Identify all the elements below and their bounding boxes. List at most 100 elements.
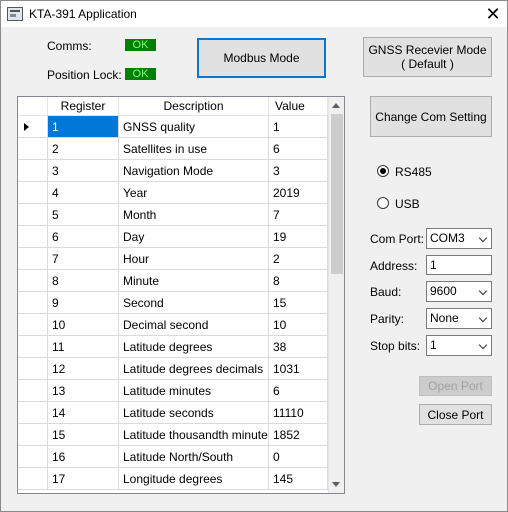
register-grid[interactable]: Register Description Value 1 GNSS quality… xyxy=(17,96,345,494)
cell-register[interactable]: 16 xyxy=(48,446,119,468)
table-row[interactable]: 11 Latitude degrees 38 xyxy=(18,336,328,358)
cell-register[interactable]: 10 xyxy=(48,314,119,336)
table-row[interactable]: 2 Satellites in use 6 xyxy=(18,138,328,160)
usb-radio[interactable] xyxy=(377,197,389,209)
table-row[interactable]: 1 GNSS quality 1 xyxy=(18,116,328,138)
cell-register[interactable]: 7 xyxy=(48,248,119,270)
cell-value[interactable]: 8 xyxy=(269,270,328,292)
cell-value[interactable]: 6 xyxy=(269,138,328,160)
table-row[interactable]: 12 Latitude degrees decimals 1031 xyxy=(18,358,328,380)
cell-description[interactable]: Navigation Mode xyxy=(119,160,269,182)
table-row[interactable]: 9 Second 15 xyxy=(18,292,328,314)
scroll-up-icon[interactable] xyxy=(332,103,340,108)
row-header[interactable] xyxy=(18,292,48,314)
row-header[interactable] xyxy=(18,160,48,182)
cell-description[interactable]: Latitude seconds xyxy=(119,402,269,424)
row-header[interactable] xyxy=(18,226,48,248)
cell-value[interactable]: 3 xyxy=(269,160,328,182)
table-row[interactable]: 4 Year 2019 xyxy=(18,182,328,204)
baud-select[interactable]: 9600 xyxy=(426,281,492,302)
row-header[interactable] xyxy=(18,446,48,468)
column-header-description[interactable]: Description xyxy=(119,97,269,116)
table-row[interactable]: 8 Minute 8 xyxy=(18,270,328,292)
grid-vertical-scrollbar[interactable] xyxy=(328,97,344,493)
row-header[interactable] xyxy=(18,424,48,446)
cell-value[interactable]: 1 xyxy=(269,116,328,138)
cell-register[interactable]: 9 xyxy=(48,292,119,314)
row-header[interactable] xyxy=(18,116,48,138)
close-window-button[interactable]: ✕ xyxy=(479,1,507,27)
cell-description[interactable]: GNSS quality xyxy=(119,116,269,138)
row-header[interactable] xyxy=(18,336,48,358)
cell-register[interactable]: 1 xyxy=(48,116,119,138)
cell-value[interactable]: 1852 xyxy=(269,424,328,446)
cell-description[interactable]: Latitude degrees decimals xyxy=(119,358,269,380)
change-com-setting-button[interactable]: Change Com Setting xyxy=(370,96,492,137)
row-header[interactable] xyxy=(18,182,48,204)
cell-register[interactable]: 17 xyxy=(48,468,119,490)
row-header[interactable] xyxy=(18,380,48,402)
cell-description[interactable]: Hour xyxy=(119,248,269,270)
table-row[interactable]: 14 Latitude seconds 11110 xyxy=(18,402,328,424)
row-header[interactable] xyxy=(18,204,48,226)
cell-description[interactable]: Year xyxy=(119,182,269,204)
cell-value[interactable]: 38 xyxy=(269,336,328,358)
cell-value[interactable]: 19 xyxy=(269,226,328,248)
cell-register[interactable]: 12 xyxy=(48,358,119,380)
modbus-mode-button[interactable]: Modbus Mode xyxy=(197,38,326,78)
cell-description[interactable]: Second xyxy=(119,292,269,314)
row-header[interactable] xyxy=(18,138,48,160)
cell-description[interactable]: Longitude degrees xyxy=(119,468,269,490)
table-row[interactable]: 10 Decimal second 10 xyxy=(18,314,328,336)
cell-register[interactable]: 3 xyxy=(48,160,119,182)
row-header[interactable] xyxy=(18,358,48,380)
close-port-button[interactable]: Close Port xyxy=(419,404,492,425)
cell-register[interactable]: 13 xyxy=(48,380,119,402)
cell-value[interactable]: 15 xyxy=(269,292,328,314)
cell-description[interactable]: Month xyxy=(119,204,269,226)
cell-value[interactable]: 7 xyxy=(269,204,328,226)
rs485-radio[interactable] xyxy=(377,165,389,177)
cell-value[interactable]: 6 xyxy=(269,380,328,402)
scroll-thumb[interactable] xyxy=(331,114,343,274)
cell-value[interactable]: 11110 xyxy=(269,402,328,424)
table-row[interactable]: 17 Longitude degrees 145 xyxy=(18,468,328,490)
cell-register[interactable]: 5 xyxy=(48,204,119,226)
open-port-button[interactable]: Open Port xyxy=(419,376,492,396)
row-header[interactable] xyxy=(18,402,48,424)
cell-description[interactable]: Latitude North/South xyxy=(119,446,269,468)
cell-description[interactable]: Latitude degrees xyxy=(119,336,269,358)
table-row[interactable]: 16 Latitude North/South 0 xyxy=(18,446,328,468)
cell-value[interactable]: 2019 xyxy=(269,182,328,204)
cell-value[interactable]: 1031 xyxy=(269,358,328,380)
cell-value[interactable]: 2 xyxy=(269,248,328,270)
parity-select[interactable]: None xyxy=(426,308,492,329)
cell-description[interactable]: Latitude thousandth minutes xyxy=(119,424,269,446)
table-row[interactable]: 6 Day 19 xyxy=(18,226,328,248)
row-header[interactable] xyxy=(18,314,48,336)
cell-register[interactable]: 15 xyxy=(48,424,119,446)
row-header[interactable] xyxy=(18,248,48,270)
column-header-value[interactable]: Value xyxy=(269,97,328,116)
column-header-register[interactable]: Register xyxy=(48,97,119,116)
scroll-down-icon[interactable] xyxy=(332,482,340,487)
cell-value[interactable]: 10 xyxy=(269,314,328,336)
address-field[interactable]: 1 xyxy=(426,255,492,275)
row-header[interactable] xyxy=(18,468,48,490)
cell-value[interactable]: 0 xyxy=(269,446,328,468)
table-row[interactable]: 7 Hour 2 xyxy=(18,248,328,270)
cell-register[interactable]: 2 xyxy=(48,138,119,160)
cell-value[interactable]: 145 xyxy=(269,468,328,490)
cell-register[interactable]: 11 xyxy=(48,336,119,358)
stop-bits-select[interactable]: 1 xyxy=(426,335,492,356)
table-row[interactable]: 13 Latitude minutes 6 xyxy=(18,380,328,402)
table-row[interactable]: 5 Month 7 xyxy=(18,204,328,226)
cell-description[interactable]: Decimal second xyxy=(119,314,269,336)
cell-register[interactable]: 4 xyxy=(48,182,119,204)
row-header[interactable] xyxy=(18,270,48,292)
cell-description[interactable]: Latitude minutes xyxy=(119,380,269,402)
com-port-select[interactable]: COM3 xyxy=(426,228,492,249)
cell-register[interactable]: 14 xyxy=(48,402,119,424)
cell-description[interactable]: Satellites in use xyxy=(119,138,269,160)
cell-register[interactable]: 6 xyxy=(48,226,119,248)
